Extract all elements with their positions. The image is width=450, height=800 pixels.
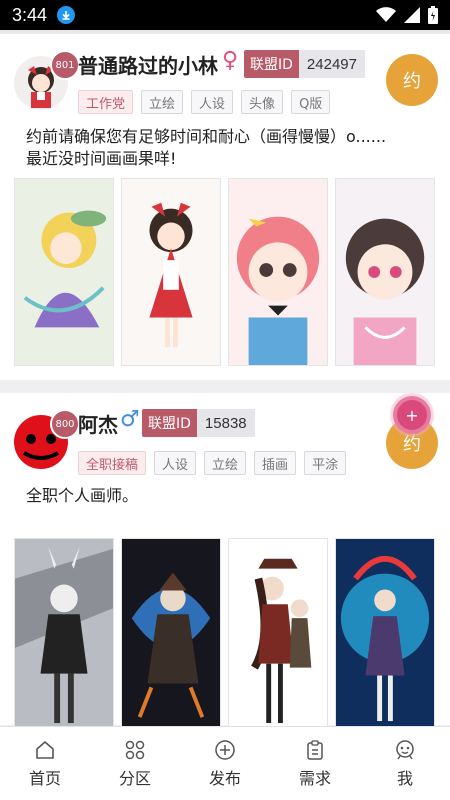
artwork-thumbnail[interactable] bbox=[14, 178, 114, 366]
artwork-thumbnail[interactable] bbox=[121, 538, 221, 728]
download-icon bbox=[57, 6, 76, 24]
nav-categories[interactable]: 分区 bbox=[90, 727, 180, 800]
tag: 立绘 bbox=[141, 90, 184, 114]
wifi-icon bbox=[376, 7, 396, 22]
tag: Q版 bbox=[291, 90, 331, 114]
tag: 全职接稿 bbox=[78, 451, 147, 475]
avatar[interactable]: 800 bbox=[14, 409, 80, 469]
tag: 工作党 bbox=[78, 90, 134, 114]
battery-icon bbox=[428, 6, 438, 24]
signal-icon bbox=[404, 7, 420, 23]
bottom-nav: 首页 分区 发布 需求 我 bbox=[0, 726, 450, 800]
status-bar: 3:44 bbox=[0, 0, 450, 30]
tag: 头像 bbox=[241, 90, 284, 114]
description-line: 最近没时间画画果咩! bbox=[26, 149, 177, 168]
home-icon bbox=[36, 740, 54, 759]
artwork-thumbnail[interactable] bbox=[228, 538, 328, 728]
alliance-label: 联盟ID bbox=[142, 409, 197, 437]
description: 全职个人画师。 bbox=[26, 485, 436, 507]
username[interactable]: 阿杰 bbox=[78, 409, 118, 438]
artwork-gallery bbox=[14, 178, 435, 366]
artwork-thumbnail[interactable] bbox=[121, 178, 221, 366]
nav-label: 分区 bbox=[118, 768, 151, 788]
alliance-id: 15838 bbox=[196, 409, 255, 437]
gender-female-icon: ♀ bbox=[222, 48, 239, 73]
tag: 人设 bbox=[154, 451, 197, 475]
tag: 立绘 bbox=[204, 451, 247, 475]
commission-button[interactable]: 约 bbox=[386, 54, 438, 106]
alliance-id: 242497 bbox=[298, 50, 365, 78]
plus-icon: + bbox=[405, 405, 419, 425]
username[interactable]: 普通路过的小林 bbox=[78, 50, 218, 79]
nav-requests[interactable]: 需求 bbox=[270, 727, 360, 800]
nav-label: 发布 bbox=[208, 768, 241, 788]
nav-label: 需求 bbox=[298, 768, 331, 788]
level-badge: 800 bbox=[50, 409, 80, 439]
tag-list: 全职接稿 人设 立绘 插画 平涂 bbox=[78, 451, 347, 475]
artwork-thumbnail[interactable] bbox=[228, 178, 328, 366]
nav-publish[interactable]: 发布 bbox=[180, 727, 270, 800]
grid-icon bbox=[125, 740, 145, 759]
nav-label: 首页 bbox=[28, 768, 61, 788]
description-line: 全职个人画师。 bbox=[26, 486, 139, 505]
alliance-id-badge: 联盟ID 242497 bbox=[244, 50, 365, 78]
artwork-gallery bbox=[14, 538, 435, 728]
artwork-thumbnail[interactable] bbox=[14, 538, 114, 728]
tag: 人设 bbox=[191, 90, 234, 114]
tag-list: 工作党 立绘 人设 头像 Q版 bbox=[78, 90, 331, 114]
status-time: 3:44 bbox=[12, 4, 48, 25]
artwork-thumbnail[interactable] bbox=[335, 538, 435, 728]
description-line: 约前请确保您有足够时间和耐心（画得慢慢）o...... bbox=[26, 127, 387, 146]
alliance-label: 联盟ID bbox=[244, 50, 299, 78]
artist-card[interactable]: 801 普通路过的小林 ♀ 联盟ID 242497 约 工作党 立绘 人设 头像… bbox=[0, 30, 450, 380]
profile-icon bbox=[396, 739, 414, 759]
artist-card[interactable]: 800 阿杰 ♂ 联盟ID 15838 约 全职接稿 人设 立绘 插画 平涂 全… bbox=[0, 393, 450, 728]
nav-label: 我 bbox=[396, 768, 413, 788]
tag: 平涂 bbox=[304, 451, 347, 475]
nav-me[interactable]: 我 bbox=[360, 727, 450, 800]
clipboard-icon bbox=[307, 739, 323, 760]
floating-add-button[interactable]: + bbox=[393, 396, 431, 434]
avatar[interactable]: 801 bbox=[14, 50, 80, 110]
artwork-thumbnail[interactable] bbox=[335, 178, 435, 366]
plus-circle-icon bbox=[215, 739, 235, 760]
alliance-id-badge: 联盟ID 15838 bbox=[142, 409, 255, 437]
nav-home[interactable]: 首页 bbox=[0, 727, 90, 800]
level-badge: 801 bbox=[50, 50, 80, 80]
description: 约前请确保您有足够时间和耐心（画得慢慢）o...... 最近没时间画画果咩! bbox=[26, 126, 436, 170]
tag: 插画 bbox=[254, 451, 297, 475]
gender-male-icon: ♂ bbox=[120, 407, 140, 432]
